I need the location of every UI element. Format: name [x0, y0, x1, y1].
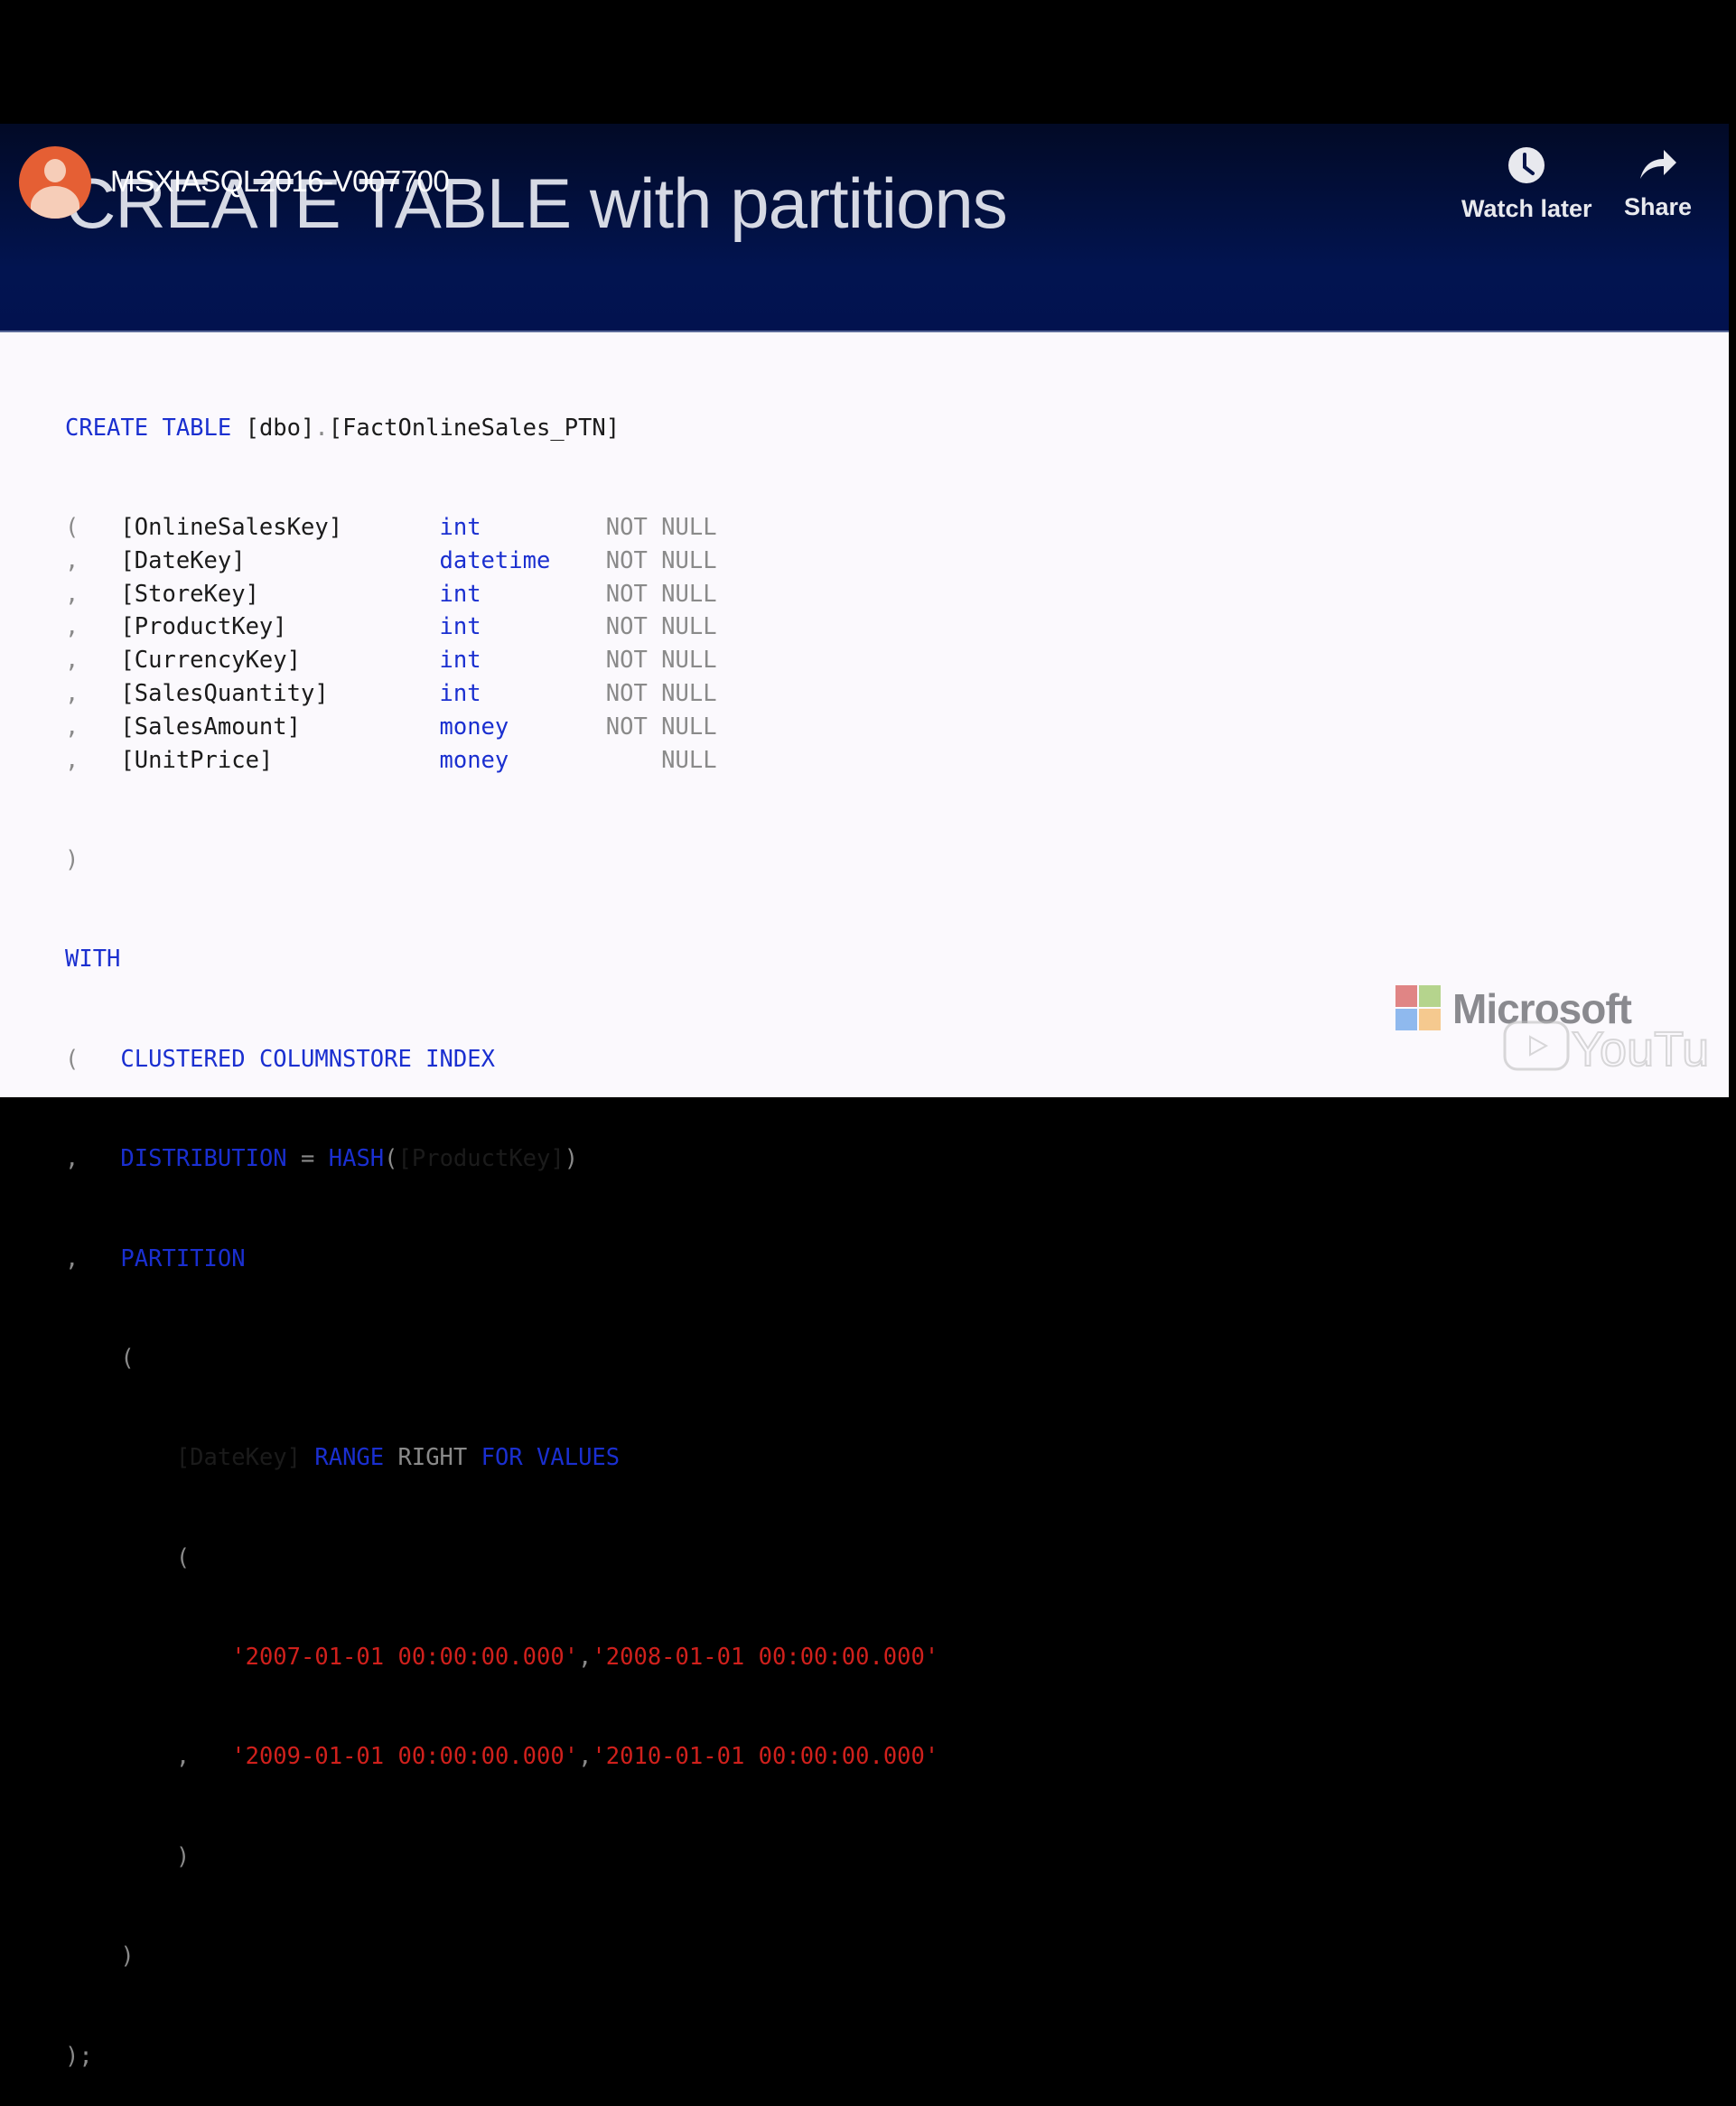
column-definitions: ( [OnlineSalesKey] int NOT NULL, [DateKey] da…: [65, 511, 938, 777]
column-name: [DateKey]: [120, 546, 246, 574]
code-line-close3: ): [120, 1943, 135, 1971]
column-name: [OnlineSalesKey]: [120, 513, 343, 541]
column-nullability: NULL: [661, 746, 717, 774]
column-lead: (: [65, 513, 79, 541]
column-definition-row: , [StoreKey] int NOT NULL: [65, 578, 897, 611]
column-nullability: NOT NULL: [605, 513, 717, 541]
watch-later-button[interactable]: Watch later: [1461, 146, 1592, 223]
share-label: Share: [1624, 193, 1693, 220]
column-definition-row: , [UnitPrice] money NULL: [65, 744, 897, 778]
column-lead: ,: [65, 580, 79, 608]
column-type: int: [439, 513, 481, 541]
column-name: [ProductKey]: [120, 613, 287, 641]
share-button[interactable]: Share: [1624, 146, 1692, 221]
column-nullability: NOT NULL: [605, 613, 717, 641]
column-definition-row: , [DateKey] datetime NOT NULL: [65, 545, 897, 578]
channel-name[interactable]: MSXIASQL2016-V007700: [110, 164, 450, 199]
share-icon: [1639, 150, 1676, 179]
column-type: int: [439, 679, 481, 707]
column-type: int: [439, 580, 481, 608]
column-lead: ,: [65, 746, 79, 774]
column-type: int: [439, 613, 481, 641]
code-line-range: [DateKey] RANGE RIGHT FOR VALUES: [175, 1444, 621, 1472]
column-lead: ,: [65, 546, 79, 574]
clock-icon: [1508, 147, 1545, 183]
column-nullability: NOT NULL: [605, 647, 717, 675]
code-line-open: (: [120, 1344, 135, 1372]
column-name: [SalesAmount]: [120, 713, 301, 741]
code-line-close2: ): [175, 1842, 191, 1870]
code-line-close: ): [65, 845, 79, 873]
code-line-values1: '2007-01-01 00:00:00.000','2008-01-01 00…: [231, 1644, 939, 1672]
code-line-end: );: [65, 2042, 93, 2070]
channel-avatar[interactable]: [19, 146, 91, 219]
code-line-open2: (: [175, 1543, 191, 1571]
column-type: money: [439, 746, 509, 774]
column-type: int: [439, 647, 481, 675]
code-line-with: WITH: [65, 946, 121, 974]
youtube-watermark[interactable]: YouTube: [1503, 1019, 1736, 1077]
column-lead: ,: [65, 613, 79, 641]
column-lead: ,: [65, 647, 79, 675]
column-name: [StoreKey]: [120, 580, 259, 608]
column-type: money: [439, 713, 509, 741]
code-line-values2: , '2009-01-01 00:00:00.000','2010-01-01 …: [175, 1743, 939, 1771]
column-name: [UnitPrice]: [120, 746, 274, 774]
column-definition-row: , [SalesAmount] money NOT NULL: [65, 711, 897, 744]
code-line-partition: , PARTITION: [65, 1244, 246, 1272]
column-definition-row: , [CurrencyKey] int NOT NULL: [65, 644, 897, 677]
column-definition-row: ( [OnlineSalesKey] int NOT NULL: [65, 511, 897, 545]
column-nullability: NOT NULL: [605, 580, 717, 608]
column-lead: ,: [65, 713, 79, 741]
column-definition-row: , [SalesQuantity] int NOT NULL: [65, 677, 897, 711]
column-name: [SalesQuantity]: [120, 679, 329, 707]
column-nullability: NOT NULL: [605, 713, 717, 741]
column-nullability: NOT NULL: [605, 679, 717, 707]
code-line-distribution: , DISTRIBUTION = HASH([ProductKey]): [65, 1145, 579, 1173]
youtube-watermark-text: YouTube: [1572, 1022, 1711, 1073]
column-definition-row: , [ProductKey] int NOT NULL: [65, 610, 897, 644]
column-name: [CurrencyKey]: [120, 647, 301, 675]
column-type: datetime: [439, 546, 551, 574]
watch-later-label: Watch later: [1461, 195, 1592, 222]
code-line-index: ( CLUSTERED COLUMNSTORE INDEX: [65, 1045, 495, 1073]
code-line-create: CREATE TABLE [dbo].[FactOnlineSales_PTN]: [65, 414, 621, 442]
column-lead: ,: [65, 679, 79, 707]
sql-code-block: CREATE TABLE [dbo].[FactOnlineSales_PTN]…: [65, 345, 938, 2106]
column-nullability: NOT NULL: [605, 546, 717, 574]
